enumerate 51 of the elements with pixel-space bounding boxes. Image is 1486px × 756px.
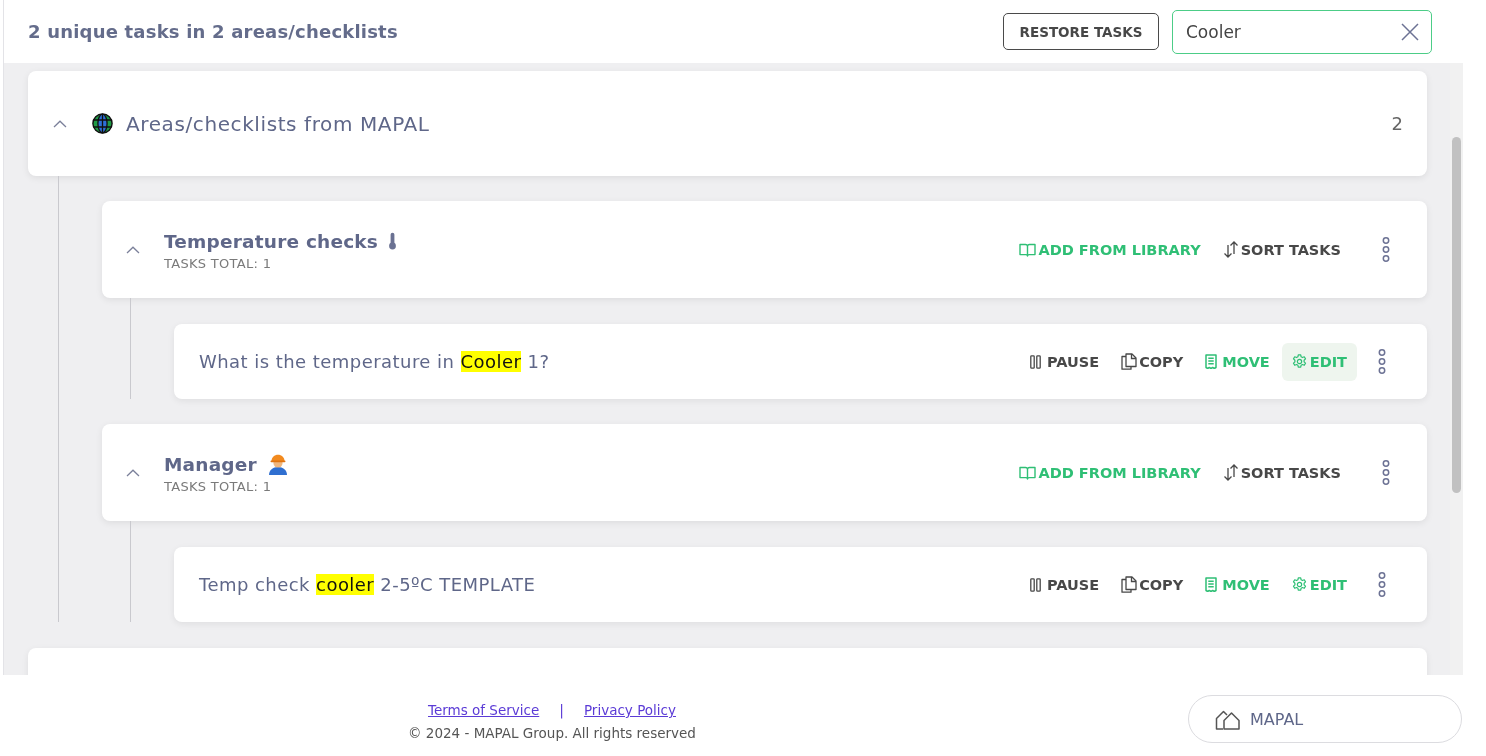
tasks-total-label: TASKS TOTAL: 1 <box>164 255 272 271</box>
chevron-up-icon <box>53 119 67 128</box>
sort-arrows-icon <box>1222 241 1239 258</box>
document-icon <box>1205 354 1218 369</box>
scrollbar[interactable] <box>1450 63 1463 675</box>
book-icon <box>1019 242 1037 257</box>
kebab-icon <box>1378 572 1386 597</box>
checklist-title: Manager <box>164 453 257 475</box>
task-count: 2 <box>1391 113 1403 134</box>
chevron-up-icon <box>126 468 140 477</box>
area-title: Areas/checklists from MAPAL <box>126 111 430 136</box>
chevron-up-icon <box>126 245 140 254</box>
link-separator: | <box>559 702 564 718</box>
more-button[interactable] <box>1376 349 1388 374</box>
tasks-total-label: TASKS TOTAL: 1 <box>164 479 272 494</box>
sort-tasks-button[interactable]: SORT TASKS <box>1212 230 1351 269</box>
search-field[interactable]: Cooler <box>1172 9 1432 54</box>
more-button[interactable] <box>1380 460 1392 485</box>
sort-arrows-icon <box>1222 464 1239 481</box>
gear-icon <box>1291 577 1307 592</box>
more-button[interactable] <box>1380 237 1392 262</box>
thermometer-icon <box>388 232 398 250</box>
pause-icon <box>1029 354 1041 369</box>
summary-title: 2 unique tasks in 2 areas/checklists <box>28 21 398 42</box>
pause-button[interactable]: PAUSE <box>1019 565 1110 604</box>
copy-button[interactable]: COPY <box>1111 565 1194 604</box>
task-title: What is the temperature in Cooler 1? <box>199 351 551 372</box>
close-icon <box>1401 22 1419 41</box>
gear-icon <box>1291 354 1307 369</box>
book-icon <box>1019 465 1037 480</box>
houses-icon <box>1214 708 1241 730</box>
pause-icon <box>1029 577 1041 592</box>
copy-icon <box>1121 576 1138 593</box>
document-icon <box>1205 577 1218 592</box>
terms-link[interactable]: Terms of Service <box>428 702 540 718</box>
kebab-icon <box>1382 460 1390 485</box>
task-title: Temp check cooler 2-5ºC TEMPLATE <box>199 574 537 595</box>
copy-icon <box>1121 353 1138 370</box>
clear-search-button[interactable] <box>1401 22 1419 41</box>
copy-button[interactable]: COPY <box>1111 342 1194 381</box>
sort-tasks-button[interactable]: SORT TASKS <box>1212 453 1351 492</box>
kebab-icon <box>1382 237 1390 262</box>
privacy-link[interactable]: Privacy Policy <box>583 702 676 718</box>
kebab-icon <box>1378 349 1386 374</box>
pause-button[interactable]: PAUSE <box>1019 342 1110 381</box>
more-button[interactable] <box>1376 572 1388 597</box>
copyright-text: © 2024 - MAPAL Group. All rights reserved <box>408 724 696 742</box>
checklist-title: Temperature checks <box>164 230 379 252</box>
restore-tasks-button[interactable]: RESTORE TASKS <box>1003 13 1159 50</box>
worker-icon <box>266 453 289 475</box>
globe-icon <box>92 113 113 134</box>
